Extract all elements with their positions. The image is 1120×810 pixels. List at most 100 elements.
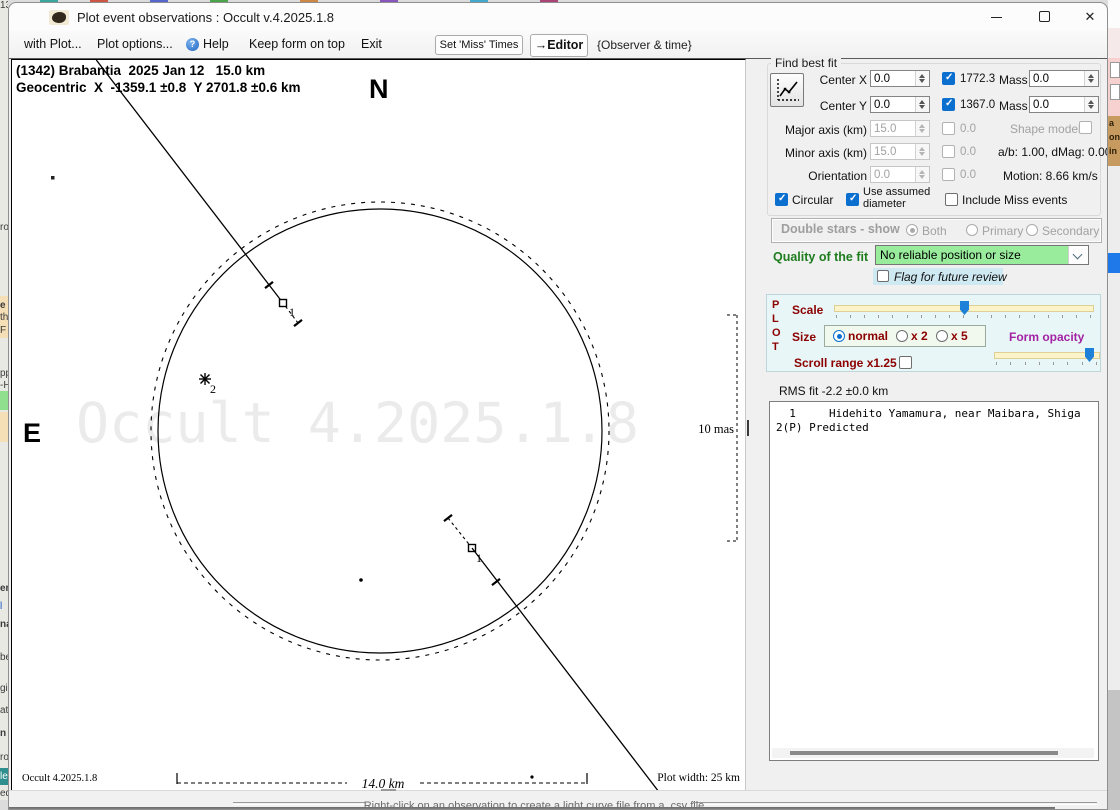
orientation-spinner[interactable]	[870, 166, 930, 183]
mas-scale-label: 10 mas	[698, 422, 734, 436]
size-normal-radio[interactable]	[833, 330, 845, 342]
background-text-fragment: in	[1109, 146, 1117, 156]
minor-axis-label: Minor axis (km)	[784, 146, 867, 160]
scroll-range-checkbox[interactable]	[899, 356, 912, 369]
include-miss-checkbox[interactable]	[945, 193, 958, 206]
use-assumed-label2: diameter	[863, 198, 906, 210]
orientation-fit-value: 0.0	[960, 169, 976, 181]
size-x5-radio[interactable]	[936, 330, 948, 342]
background-text-fragment: ro	[0, 222, 8, 233]
include-miss-label: Include Miss events	[962, 193, 1068, 207]
center-y-spinner[interactable]	[870, 96, 930, 113]
chord2-label: 2	[210, 382, 216, 396]
fit-graph-button[interactable]	[770, 73, 804, 107]
center-x-fit-checkbox[interactable]	[942, 72, 955, 85]
mass-x-spinner[interactable]	[1029, 70, 1099, 87]
plot-letter-t: T	[772, 341, 779, 353]
compass-north: N	[369, 74, 389, 104]
major-axis-spinner[interactable]	[870, 120, 930, 137]
form-opacity-slider[interactable]	[994, 352, 1100, 359]
center-x-spinner[interactable]	[870, 70, 930, 87]
observations-list[interactable]: 1 Hidehito Yamamura, near Maibara, Shiga…	[769, 401, 1099, 761]
mass-y-spinner[interactable]	[1029, 96, 1099, 113]
double-both-label: Both	[922, 224, 947, 238]
size-x5-label: x 5	[951, 329, 968, 343]
circular-checkbox[interactable]	[775, 193, 788, 206]
background-text-fragment: on	[1109, 132, 1120, 142]
background-text-fragment: l	[0, 601, 3, 612]
form-opacity-thumb[interactable]	[1085, 348, 1094, 362]
double-both-radio[interactable]	[906, 224, 918, 236]
maximize-button[interactable]	[1027, 6, 1061, 28]
menu-keep-on-top[interactable]: Keep form on top	[249, 37, 345, 51]
background-text-fragment: be	[0, 652, 8, 663]
background-fragment-block	[0, 412, 8, 442]
minor-axis-fit-checkbox[interactable]	[942, 145, 955, 158]
menu-exit[interactable]: Exit	[361, 37, 382, 51]
background-fragment-block	[1108, 28, 1120, 58]
observer-time-label: {Observer & time}	[597, 38, 692, 52]
background-fragment-block	[1108, 253, 1120, 273]
dropdown-arrow-icon[interactable]	[1068, 246, 1088, 264]
observation-row-1[interactable]: 1 Hidehito Yamamura, near Maibara, Shiga	[776, 407, 1080, 420]
minimize-button[interactable]	[979, 6, 1013, 28]
observation-row-2[interactable]: 2(P) Predicted	[776, 421, 869, 434]
plot-drawing[interactable]: Occult 4.2025.1.8 1 1 2 10 mas 14.0 km	[12, 60, 745, 790]
double-secondary-radio[interactable]	[1026, 224, 1038, 236]
form-opacity-label: Form opacity	[1009, 330, 1085, 344]
major-axis-fit-checkbox[interactable]	[942, 122, 955, 135]
menu-with-plot[interactable]: with Plot...	[24, 37, 82, 51]
shape-model-checkbox[interactable]	[1079, 121, 1092, 134]
double-primary-radio[interactable]	[966, 224, 978, 236]
list-horizontal-scrollbar[interactable]	[772, 748, 1094, 758]
close-button[interactable]: ✕	[1073, 6, 1107, 28]
editor-button[interactable]: →Editor	[530, 34, 588, 57]
scale-slider-thumb[interactable]	[960, 301, 969, 315]
background-text-fragment: pp	[0, 368, 8, 379]
plot-version-label: Occult 4.2025.1.8	[22, 773, 98, 784]
minor-axis-fit-value: 0.0	[960, 146, 976, 158]
size-x2-label: x 2	[911, 329, 928, 343]
size-x2-radio[interactable]	[896, 330, 908, 342]
background-text-fragment: a	[1109, 118, 1115, 128]
splitter-handle[interactable]	[747, 420, 749, 436]
set-miss-times-button[interactable]: Set 'Miss' Times	[435, 35, 523, 55]
window-title: Plot event observations : Occult v.4.202…	[77, 10, 335, 25]
quality-dropdown[interactable]: No reliable position or size	[875, 245, 1089, 265]
center-x-fit-value: 1772.3	[960, 73, 996, 85]
background-fragment-block	[1108, 273, 1120, 690]
center-dot	[359, 578, 363, 582]
shape-model-label: Shape model	[1010, 122, 1081, 136]
flag-review-checkbox[interactable]	[877, 270, 889, 282]
scrollbar-thumb[interactable]	[790, 751, 1058, 755]
background-fragment-block	[0, 800, 8, 810]
orientation-fit-checkbox[interactable]	[942, 168, 955, 181]
plot-geocentric: Geocentric X -1359.1 ±0.8 Y 2701.8 ±0.6 …	[16, 80, 301, 95]
form-opacity-ticks	[994, 362, 1098, 366]
center-x-label: Center X	[819, 73, 867, 87]
use-assumed-checkbox[interactable]	[846, 193, 859, 206]
occult-plot-window: Plot event observations : Occult v.4.202…	[8, 2, 1108, 810]
background-fragment-block	[1108, 0, 1120, 28]
scroll-range-label: Scroll range x1.25	[794, 356, 897, 370]
title-bar[interactable]: Plot event observations : Occult v.4.202…	[9, 3, 1107, 31]
background-window-right-sliver: a on in	[1108, 0, 1120, 810]
flag-review-label: Flag for future review	[894, 270, 1007, 284]
help-icon[interactable]: ?	[186, 38, 199, 51]
center-y-fit-value: 1367.0	[960, 99, 996, 111]
background-text-fragment: th	[0, 312, 8, 323]
use-assumed-label1: Use assumed	[863, 186, 931, 198]
orientation-label: Orientation	[808, 169, 867, 183]
scale-label: Scale	[792, 303, 824, 317]
background-text-fragment: le	[0, 771, 8, 782]
plot-canvas[interactable]: Occult 4.2025.1.8 1 1 2 10 mas 14.0 km (…	[11, 59, 746, 791]
menu-help[interactable]: Help	[203, 37, 229, 51]
minor-axis-spinner[interactable]	[870, 143, 930, 160]
center-y-label: Center Y	[819, 99, 867, 113]
background-text-fragment: n	[0, 728, 7, 739]
resize-grip[interactable]	[381, 789, 396, 791]
plot-controls-panel: P L O T Scale Size normal x 2 x 5 Form o…	[766, 294, 1101, 372]
menu-plot-options[interactable]: Plot options...	[97, 37, 173, 51]
center-y-fit-checkbox[interactable]	[942, 98, 955, 111]
background-text-fragment: at	[0, 705, 8, 716]
